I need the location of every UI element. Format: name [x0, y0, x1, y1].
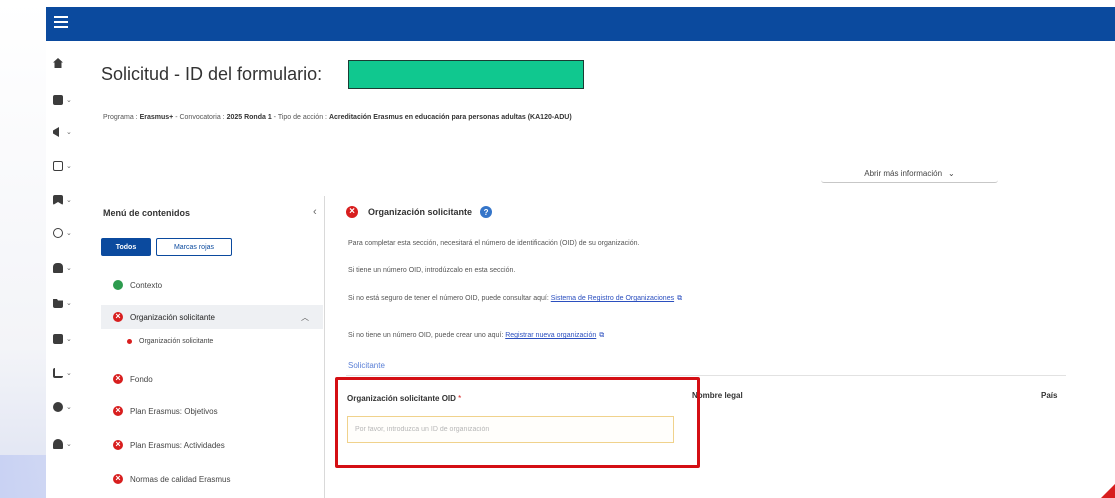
error-icon	[113, 310, 123, 322]
menu-divider	[324, 196, 325, 498]
oid-input[interactable]	[347, 416, 674, 443]
filter-red-marks-button[interactable]: Marcas rojas	[156, 238, 232, 256]
bookmark-icon[interactable]: ⌄	[53, 191, 75, 209]
oid-label-text: Organización solicitante OID	[347, 394, 456, 403]
registry-link[interactable]: Sistema de Registro de Organizaciones	[551, 295, 674, 302]
error-icon	[113, 438, 123, 450]
home-icon[interactable]	[53, 54, 75, 72]
icon-rail: ⌄ ⌄ ⌄ ⌄ ⌄ ⌄ ⌄ ⌄ ⌄ ⌄ ⌄	[46, 41, 82, 498]
document-icon[interactable]: ⌄	[53, 157, 75, 175]
menu-item-normas[interactable]: Normas de calidad Erasmus	[101, 467, 323, 491]
convocatoria-value: 2025 Ronda 1	[226, 114, 272, 121]
instruction-1: Para completar esta sección, necesitará …	[348, 240, 640, 247]
form-id-redaction	[348, 60, 584, 89]
menu-item-label: Organización solicitante	[139, 337, 214, 345]
chevron-down-icon: ⌄	[948, 169, 955, 178]
error-icon	[113, 404, 123, 416]
menu-item-label: Fondo	[130, 374, 153, 384]
instruction-2: Si tiene un número OID, introdúzcalo en …	[348, 267, 516, 274]
programa-value: Erasmus+	[139, 114, 174, 121]
building-icon[interactable]: ⌄	[53, 91, 75, 109]
app-window: ⌄ ⌄ ⌄ ⌄ ⌄ ⌄ ⌄ ⌄ ⌄ ⌄ ⌄ Solicitud - ID del…	[46, 41, 1115, 498]
chart-icon[interactable]: ⌄	[53, 364, 75, 382]
error-icon	[113, 472, 123, 484]
menu-item-label: Contexto	[130, 280, 163, 290]
register-org-link[interactable]: Registrar nueva organización	[505, 332, 596, 339]
external-link-icon: ⧉	[599, 332, 605, 339]
filter-all-button[interactable]: Todos	[101, 238, 151, 256]
more-info-button[interactable]: Abrir más información ⌄	[821, 165, 998, 183]
error-icon	[113, 372, 123, 384]
menu-item-actividades[interactable]: Plan Erasmus: Actividades	[101, 433, 323, 457]
accion-value: Acreditación Erasmus en educación para p…	[328, 114, 572, 121]
tab-solicitante[interactable]: Solicitante	[348, 361, 385, 370]
column-legal-name: Nombre legal	[692, 391, 743, 400]
external-link-icon: ⧉	[677, 295, 683, 302]
megaphone-icon[interactable]: ⌄	[53, 123, 75, 141]
menu-item-fondo[interactable]: Fondo	[101, 367, 323, 391]
menu-subitem-organizacion[interactable]: Organización solicitante	[101, 332, 323, 350]
check-icon	[113, 280, 123, 290]
oid-field-label: Organización solicitante OID *	[347, 394, 461, 403]
help-icon[interactable]: ?	[480, 206, 493, 218]
top-bar	[46, 7, 1115, 41]
convocatoria-label: - Convocatoria :	[175, 114, 225, 121]
error-dot-icon	[127, 338, 132, 344]
menu-item-objetivos[interactable]: Plan Erasmus: Objetivos	[101, 399, 323, 423]
page-title: Solicitud - ID del formulario:	[101, 64, 323, 84]
menu-item-label: Plan Erasmus: Actividades	[130, 440, 225, 450]
section-title: Organización solicitante	[368, 207, 473, 217]
menu-item-label: Normas de calidad Erasmus	[130, 474, 231, 484]
more-info-label: Abrir más información	[864, 169, 943, 178]
chevron-left-icon[interactable]: ‹	[313, 206, 317, 218]
required-marker: *	[458, 394, 462, 403]
menu-item-contexto[interactable]: Contexto	[101, 273, 323, 297]
folder-icon[interactable]: ⌄	[53, 294, 75, 312]
error-icon	[346, 205, 358, 218]
column-country: País	[1041, 391, 1058, 400]
instruction-4-text: Si no tiene un número OID, puede crear u…	[348, 332, 504, 339]
programa-label: Programa :	[103, 114, 138, 121]
menu-title: Menú de contenidos	[103, 208, 191, 218]
meta-line: Programa : Erasmus+ - Convocatoria : 202…	[103, 114, 572, 121]
divider	[346, 375, 1066, 376]
briefcase-icon[interactable]: ⌄	[53, 330, 75, 348]
instruction-3: Si no está seguro de tener el número OID…	[348, 295, 682, 303]
car-icon[interactable]: ⌄	[53, 259, 75, 277]
menu-item-label: Plan Erasmus: Objetivos	[130, 406, 218, 416]
instruction-4: Si no tiene un número OID, puede crear u…	[348, 332, 604, 340]
menu-item-label: Organización solicitante	[130, 312, 215, 322]
users-icon[interactable]: ⌄	[53, 435, 75, 453]
background-left	[0, 0, 46, 498]
corner-accent	[1101, 484, 1115, 498]
globe-icon[interactable]: ⌄	[53, 224, 75, 242]
help-icon[interactable]: ⌄	[53, 398, 75, 416]
instruction-3-text: Si no está seguro de tener el número OID…	[348, 295, 549, 302]
chevron-up-icon: ︿	[301, 312, 309, 322]
section-header: Organización solicitante ?	[346, 205, 493, 218]
menu-item-organizacion[interactable]: Organización solicitante ︿	[101, 305, 323, 329]
hamburger-icon[interactable]	[54, 16, 68, 28]
accion-label: - Tipo de acción :	[273, 114, 327, 121]
